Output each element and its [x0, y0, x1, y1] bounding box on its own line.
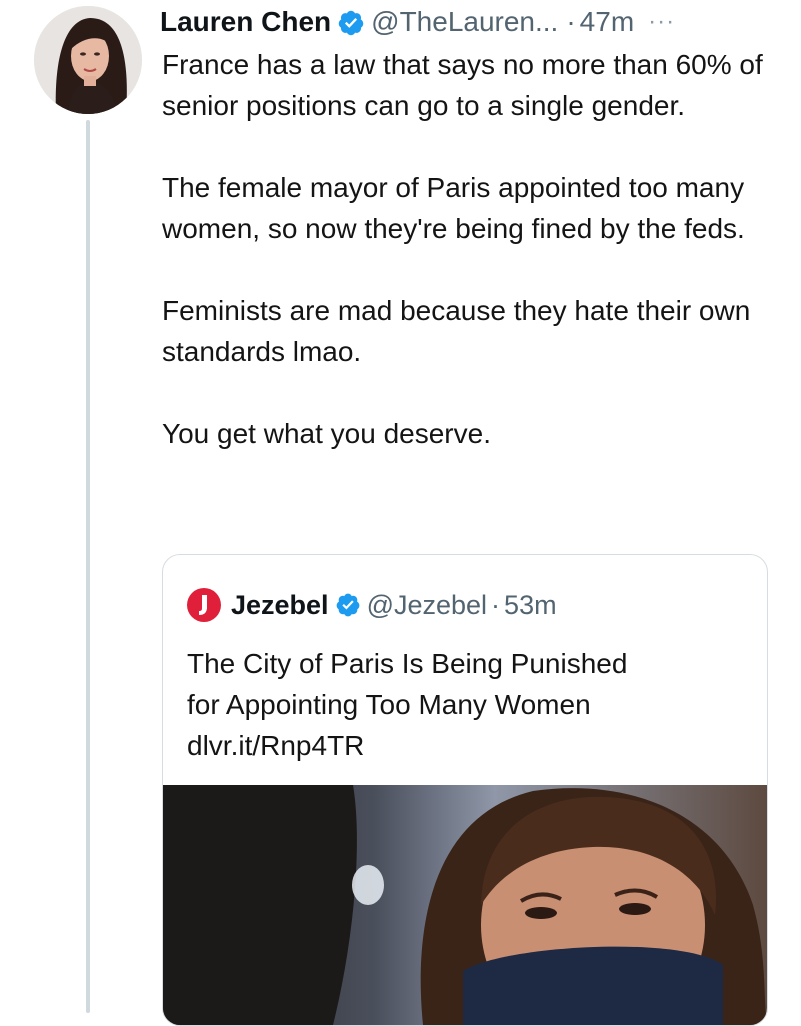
quoted-tweet-image[interactable] [163, 785, 767, 1025]
quoted-author-handle[interactable]: @Jezebel [367, 590, 487, 621]
verified-badge-icon [337, 8, 365, 36]
tweet-paragraph: You get what you deserve. [162, 418, 491, 449]
author-name[interactable]: Lauren Chen [160, 2, 331, 42]
photo-of-woman-wearing-mask [163, 785, 767, 1025]
tweet-paragraph: Feminists are mad because they hate thei… [162, 295, 751, 367]
avatar-image [34, 6, 142, 114]
quoted-link[interactable]: dlvr.it/Rnp4TR [187, 725, 747, 766]
tweet-paragraph: The female mayor of Paris appointed too … [162, 172, 745, 244]
quoted-text-line: for Appointing Too Many Women [187, 689, 591, 720]
tweet-paragraph: France has a law that says no more than … [162, 49, 763, 121]
quoted-author-name[interactable]: Jezebel [231, 590, 329, 621]
header-separator: · [491, 589, 501, 620]
tweet-header: Lauren Chen @TheLauren... · 47m ··· [160, 2, 790, 42]
quoted-tweet-text: The City of Paris Is Being Punished for … [187, 643, 747, 766]
quoted-tweet-card[interactable]: Jezebel @Jezebel · 53m The City of Paris… [162, 554, 768, 1026]
author-handle[interactable]: @TheLauren... [371, 2, 558, 42]
tweet-timestamp[interactable]: 47m [580, 2, 634, 42]
jezebel-logo-icon [187, 588, 221, 622]
tweet-text: France has a law that says no more than … [162, 44, 772, 495]
thread-connector-line [86, 120, 90, 1013]
quoted-tweet-header: Jezebel @Jezebel · 53m [187, 585, 557, 625]
author-avatar[interactable] [34, 6, 142, 114]
quoted-text-line: The City of Paris Is Being Punished [187, 648, 628, 679]
header-separator: · [566, 6, 576, 37]
quoted-tweet-timestamp[interactable]: 53m [504, 590, 557, 621]
verified-badge-icon [335, 592, 361, 618]
more-options-icon[interactable]: ··· [648, 2, 675, 42]
